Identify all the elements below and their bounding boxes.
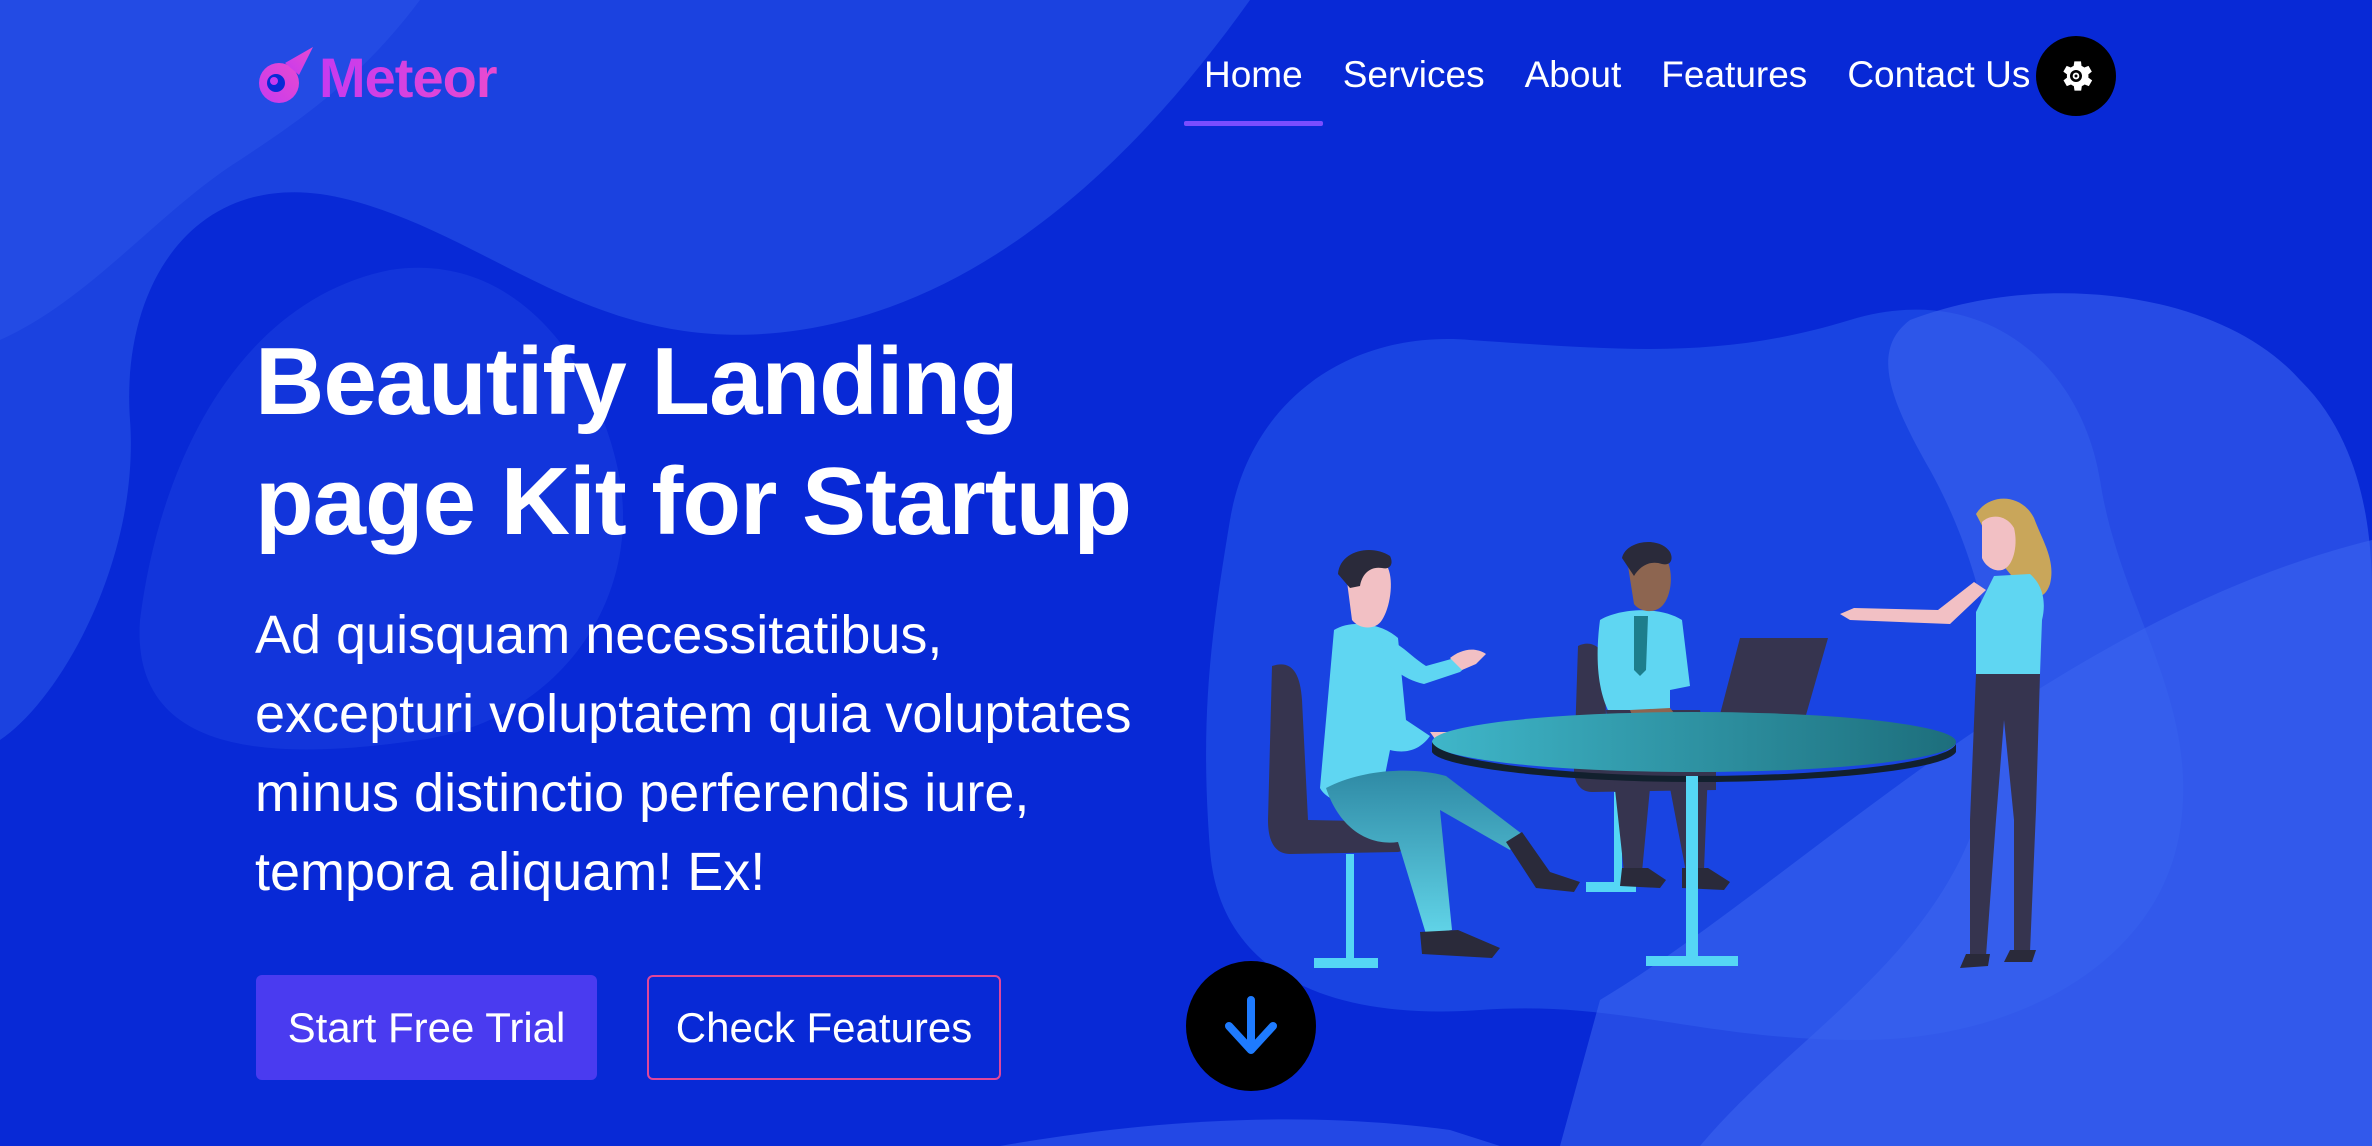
nav-item-about[interactable]: About	[1505, 36, 1642, 114]
hero-subtitle-line: excepturi voluptatem quia voluptates	[255, 684, 1132, 744]
meeting-illustration	[1268, 498, 2052, 968]
hero-title: Beautify Landing page Kit for Startup	[255, 322, 1155, 562]
nav-item-home[interactable]: Home	[1184, 36, 1323, 126]
check-features-button[interactable]: Check Features	[647, 975, 1001, 1080]
main-nav: Home Services About Features Contact Us	[1184, 36, 2050, 126]
hero-title-line: page Kit for Startup	[255, 448, 1132, 555]
hero-subtitle-line: minus distinctio perferendis iure,	[255, 763, 1030, 823]
nav-item-contact-us[interactable]: Contact Us	[1827, 36, 2050, 114]
brand-name: Meteor	[319, 45, 498, 109]
hero-subtitle: Ad quisquam necessitatibus, excepturi vo…	[255, 596, 1175, 912]
hero-subtitle-line: Ad quisquam necessitatibus,	[255, 605, 943, 665]
brand-logo[interactable]: Meteor	[255, 42, 498, 112]
landing-page: Meteor Home Services About Features Cont…	[0, 0, 2372, 1146]
hero-title-line: Beautify Landing	[255, 328, 1019, 435]
meteor-icon	[259, 47, 313, 103]
hero-subtitle-line: tempora aliquam! Ex!	[255, 842, 766, 902]
start-free-trial-button[interactable]: Start Free Trial	[256, 975, 597, 1080]
nav-item-features[interactable]: Features	[1641, 36, 1827, 114]
nav-item-services[interactable]: Services	[1323, 36, 1505, 114]
settings-button[interactable]	[2036, 36, 2116, 116]
gear-icon	[2063, 61, 2093, 91]
